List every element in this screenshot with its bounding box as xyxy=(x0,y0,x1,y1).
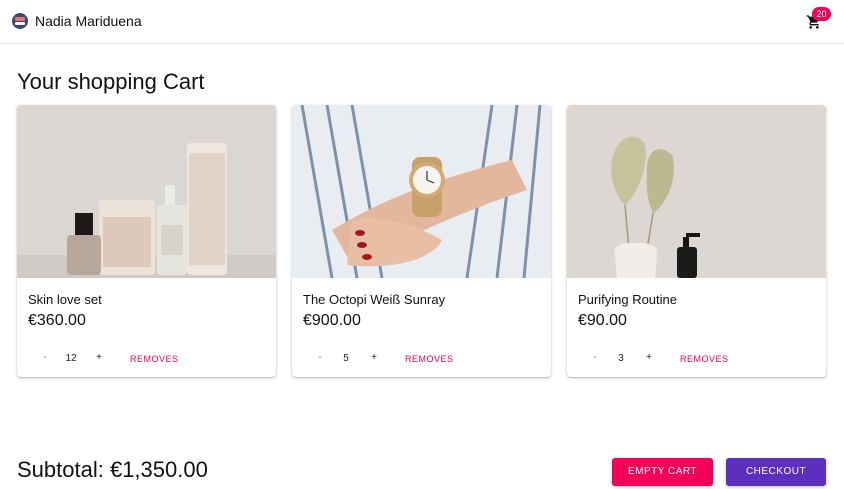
cart-item-card: Skin love set €360.00 - 12 + REMOVES xyxy=(17,105,276,377)
product-image xyxy=(567,105,826,278)
increase-quantity-button[interactable]: + xyxy=(642,352,656,363)
quantity-value: 5 xyxy=(343,353,349,364)
product-price: €360.00 xyxy=(28,312,86,329)
decrease-quantity-button[interactable]: - xyxy=(313,352,327,363)
increase-quantity-button[interactable]: + xyxy=(367,352,381,363)
product-name: Skin love set xyxy=(28,292,102,307)
cart-count-badge: 20 xyxy=(812,7,831,21)
product-name: Purifying Routine xyxy=(578,292,677,307)
product-image xyxy=(17,105,276,278)
empty-cart-button[interactable]: EMPTY CART xyxy=(612,458,713,486)
remove-item-button[interactable]: REMOVES xyxy=(680,354,729,364)
store-logo-icon[interactable] xyxy=(12,13,28,29)
cart-item-card: Purifying Routine €90.00 - 3 + REMOVES xyxy=(567,105,826,377)
quantity-value: 12 xyxy=(65,353,77,364)
product-image xyxy=(292,105,551,278)
page-title: Your shopping Cart xyxy=(17,69,205,94)
product-price: €90.00 xyxy=(578,312,627,329)
decrease-quantity-button[interactable]: - xyxy=(588,352,602,363)
subtotal-text: Subtotal: €1,350.00 xyxy=(17,457,208,482)
product-price: €900.00 xyxy=(303,312,361,329)
increase-quantity-button[interactable]: + xyxy=(92,352,106,363)
brand-name[interactable]: Nadia Mariduena xyxy=(35,13,142,29)
checkout-button[interactable]: CHECKOUT xyxy=(726,458,826,486)
app-bar: Nadia Mariduena 20 xyxy=(0,0,844,44)
decrease-quantity-button[interactable]: - xyxy=(38,352,52,363)
remove-item-button[interactable]: REMOVES xyxy=(405,354,454,364)
remove-item-button[interactable]: REMOVES xyxy=(130,354,179,364)
cart-item-card: The Octopi Weiß Sunray €900.00 - 5 + REM… xyxy=(292,105,551,377)
quantity-value: 3 xyxy=(618,353,624,364)
product-name: The Octopi Weiß Sunray xyxy=(303,292,446,307)
